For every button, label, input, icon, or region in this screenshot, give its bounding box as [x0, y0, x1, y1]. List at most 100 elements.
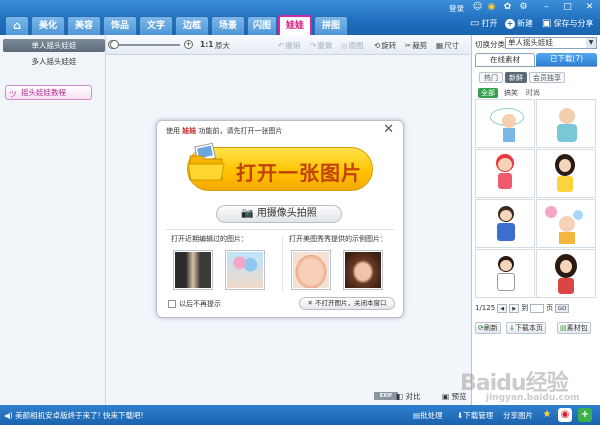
- crop-button[interactable]: ✂ 裁剪: [405, 40, 427, 51]
- mode-single-doll[interactable]: 单人摇头娃娃: [3, 39, 105, 52]
- tab-text[interactable]: 文字: [139, 16, 173, 35]
- zoom-slider[interactable]: [118, 44, 180, 46]
- no-remind-checkbox[interactable]: 以后不再提示: [168, 299, 221, 309]
- dialog-hint: 使用 娃娃 功能前，请先打开一张图片: [166, 126, 282, 136]
- tab-frame[interactable]: 边框: [175, 16, 209, 35]
- download-manager-label: 下载管理: [463, 411, 494, 420]
- close-small-icon: ✕: [307, 299, 313, 307]
- subtab-new[interactable]: 新鲜: [505, 72, 527, 83]
- weibo-share-icon[interactable]: ◉: [558, 408, 572, 422]
- tutorial-button[interactable]: ツ 摇头娃娃教程: [5, 85, 92, 100]
- share-image-button[interactable]: 分享图片: [503, 410, 533, 421]
- doll-template[interactable]: [536, 199, 596, 248]
- exif-badge[interactable]: EXIF: [374, 392, 398, 400]
- recent-image-thumb[interactable]: [225, 250, 265, 290]
- mode-multi-doll[interactable]: 多人摇头娃娃: [3, 55, 105, 68]
- category-value: 单人摇头娃娃: [508, 38, 553, 47]
- prev-page-button[interactable]: ◀: [497, 303, 508, 313]
- open-label: 打开: [481, 19, 498, 28]
- tab-scene[interactable]: 场景: [211, 16, 245, 35]
- close-without-open-label: 不打开图片，关闭本窗口: [315, 299, 387, 307]
- top-bar: ⌂ 美化 美容 饰品 文字 边框 场景 闪图 娃娃 拼图 登录 ☺ ◉ ✿ ⚙ …: [0, 0, 600, 36]
- undo-icon: ↶: [278, 41, 285, 50]
- rotate-button[interactable]: ⟲ 旋转: [374, 40, 396, 51]
- scissors-icon: ✂: [405, 41, 412, 50]
- doll-template[interactable]: [536, 249, 596, 298]
- next-page-button[interactable]: ▶: [509, 303, 520, 313]
- plus-icon: +: [505, 18, 515, 29]
- download-manager-button[interactable]: ⬇下载管理: [457, 410, 493, 421]
- doll-template[interactable]: [475, 99, 535, 148]
- login-link[interactable]: 登录: [449, 3, 464, 14]
- redo-label: 重做: [317, 41, 333, 50]
- save-share-label: 保存与分享: [553, 19, 594, 28]
- redo-button[interactable]: ↷ 重做: [310, 40, 332, 51]
- sample-image-thumb[interactable]: [343, 250, 383, 290]
- dialog-close-icon[interactable]: ✕: [383, 122, 394, 137]
- skin-icon[interactable]: ✿: [502, 2, 513, 13]
- maximize-icon[interactable]: □: [562, 2, 573, 13]
- category-select[interactable]: 单人摇头娃娃 ▼: [505, 37, 597, 49]
- tab-beautify[interactable]: 美化: [31, 16, 65, 35]
- doll-template[interactable]: [475, 249, 535, 298]
- material-pack-button[interactable]: ▤素材包: [557, 322, 591, 334]
- batch-button[interactable]: ▤批处理: [413, 410, 443, 421]
- subtab-hot[interactable]: 热门: [479, 72, 503, 83]
- notice-link[interactable]: ◀) 美颜相机安卓版终于来了! 快来下载吧!: [4, 410, 144, 421]
- close-window-icon[interactable]: ✕: [584, 2, 595, 13]
- subtab-vip[interactable]: 会员独享: [529, 72, 565, 83]
- preview-icon: ▣: [442, 392, 450, 401]
- section-divider: [282, 237, 283, 291]
- undo-button[interactable]: ↶ 撤销: [278, 40, 300, 51]
- star-icon[interactable]: ★: [540, 408, 554, 422]
- reset-button[interactable]: ◎ 原图: [341, 40, 364, 51]
- sample-image-thumb[interactable]: [291, 250, 331, 290]
- camera-button[interactable]: 📷 用摄像头拍照: [216, 205, 342, 223]
- go-button[interactable]: GO: [555, 303, 570, 313]
- add-icon[interactable]: +: [578, 408, 592, 422]
- settings-icon[interactable]: ⚙: [518, 2, 529, 13]
- resize-button[interactable]: ▦ 尺寸: [436, 40, 459, 51]
- reset-icon: ◎: [341, 41, 348, 50]
- sample-images-label: 打开美图秀秀提供的示例图片：: [289, 235, 387, 243]
- doll-template[interactable]: [536, 99, 596, 148]
- tab-cosmetic[interactable]: 美容: [67, 16, 101, 35]
- save-share-button[interactable]: ▣ 保存与分享: [542, 18, 593, 29]
- filter-all[interactable]: 全部: [478, 88, 498, 98]
- compare-label: 对比: [405, 392, 421, 401]
- tab-accessory[interactable]: 饰品: [103, 16, 137, 35]
- open-image-button[interactable]: 打开一张图片: [187, 142, 373, 191]
- weibo-icon[interactable]: ◉: [486, 2, 497, 13]
- doll-template[interactable]: [475, 149, 535, 198]
- checkbox-box[interactable]: [168, 300, 176, 308]
- page-input[interactable]: [530, 303, 545, 313]
- refresh-button[interactable]: ⟳刷新: [475, 322, 501, 334]
- zoom-slider-knob[interactable]: [110, 40, 119, 49]
- no-remind-label: 以后不再提示: [179, 300, 221, 308]
- crop-label: 裁剪: [412, 41, 428, 50]
- original-size-button[interactable]: 原大: [215, 40, 230, 51]
- close-without-open-button[interactable]: ✕ 不打开图片，关闭本窗口: [299, 297, 395, 310]
- compare-button[interactable]: ◧ 对比: [396, 391, 420, 402]
- user-icon[interactable]: ☺: [472, 2, 483, 13]
- new-button[interactable]: + 新建: [505, 18, 533, 29]
- zoom-ratio[interactable]: 1:1: [200, 40, 213, 49]
- camera-label: 用摄像头拍照: [256, 208, 317, 219]
- recent-image-thumb[interactable]: [173, 250, 213, 290]
- minimize-icon[interactable]: –: [541, 2, 552, 13]
- tab-downloaded[interactable]: 已下载(7): [536, 53, 597, 66]
- tab-flash[interactable]: 闪图: [247, 16, 277, 35]
- watermark-url: jingyan.baidu.com: [486, 393, 580, 403]
- tab-doll[interactable]: 娃娃: [278, 15, 312, 36]
- tab-home[interactable]: ⌂: [5, 16, 29, 35]
- filter-funny[interactable]: 搞笑: [504, 88, 518, 98]
- download-page-button[interactable]: ↓下载本页: [506, 322, 546, 334]
- tab-collage[interactable]: 拼图: [314, 16, 348, 35]
- redo-icon: ↷: [310, 41, 317, 50]
- doll-template[interactable]: [475, 199, 535, 248]
- tab-online-material[interactable]: 在线素材: [475, 53, 535, 66]
- zoom-in-button[interactable]: +: [184, 40, 193, 49]
- filter-fashion[interactable]: 时尚: [526, 88, 540, 98]
- doll-template[interactable]: [536, 149, 596, 198]
- open-button[interactable]: ▭ 打开: [470, 18, 497, 29]
